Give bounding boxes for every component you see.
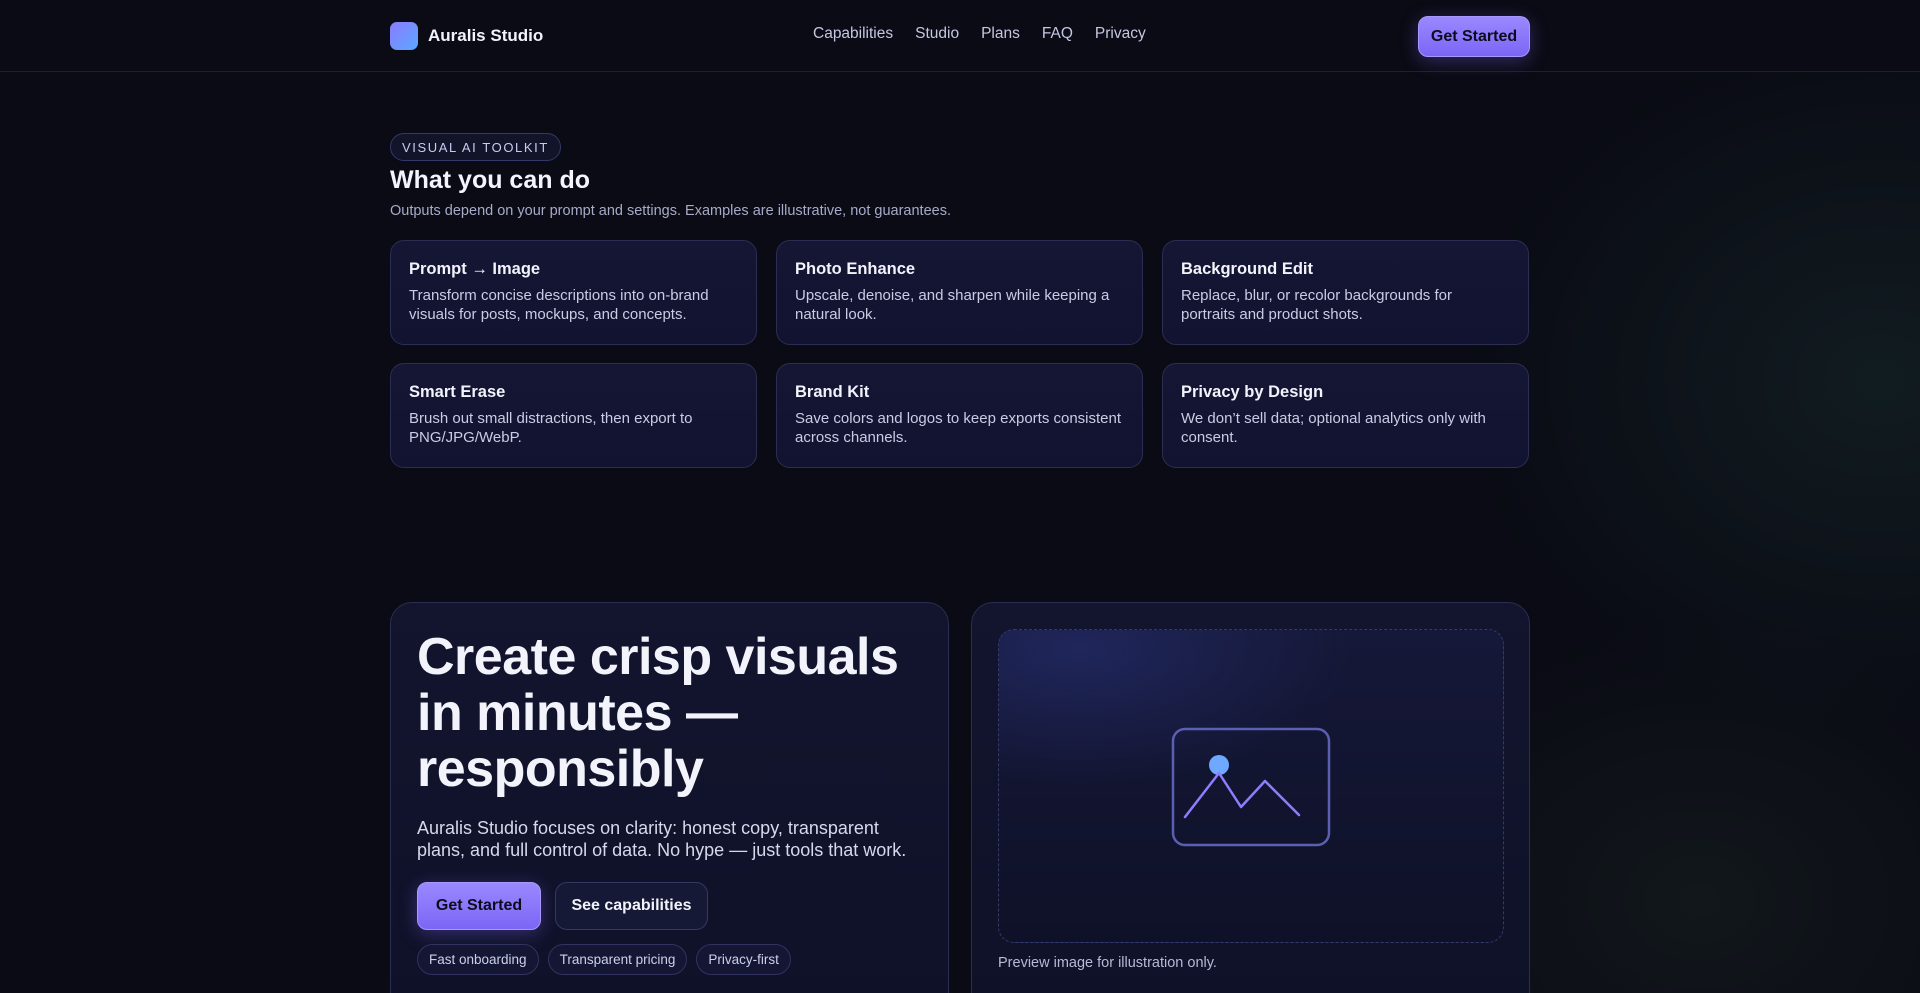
card-description: Upscale, denoise, and sharpen while keep… [795, 287, 1110, 323]
chip-fast-onboarding: Fast onboarding [417, 944, 539, 975]
card-description: Replace, blur, or recolor backgrounds fo… [1181, 287, 1452, 323]
card-smart-erase: Smart Erase Brush out small distractions… [390, 363, 757, 468]
card-description: Save colors and logos to keep exports co… [795, 410, 1122, 446]
logo-icon [390, 22, 418, 50]
section-badge: VISUAL AI TOOLKIT [390, 133, 561, 161]
preview-panel: Preview image for illustration only. [971, 602, 1530, 993]
card-title: Privacy by Design [1181, 383, 1324, 401]
header-get-started-button[interactable]: Get Started [1418, 16, 1530, 57]
hero-title: Create crisp visuals in minutes — respon… [417, 628, 899, 798]
card-title: Brand Kit [795, 383, 870, 401]
nav-plans[interactable]: Plans [981, 25, 1020, 43]
card-background-edit: Background Edit Replace, blur, or recolo… [1162, 240, 1529, 345]
main-nav: Capabilities Studio Plans FAQ Privacy [813, 25, 1146, 43]
card-privacy-by-design: Privacy by Design We don’t sell data; op… [1162, 363, 1529, 468]
feature-chips: Fast onboarding Transparent pricing Priv… [417, 944, 791, 975]
nav-capabilities[interactable]: Capabilities [813, 25, 893, 43]
card-brand-kit: Brand Kit Save colors and logos to keep … [776, 363, 1143, 468]
card-title: Smart Erase [409, 383, 506, 401]
preview-caption: Preview image for illustration only. [998, 955, 1217, 971]
site-header: Auralis Studio Capabilities Studio Plans… [0, 0, 1920, 72]
section-subtitle: Outputs depend on your prompt and settin… [390, 203, 951, 219]
preview-placeholder [998, 629, 1504, 943]
chip-transparent-pricing: Transparent pricing [547, 944, 688, 975]
nav-faq[interactable]: FAQ [1042, 25, 1073, 43]
card-title: Background Edit [1181, 260, 1314, 278]
hero-get-started-button[interactable]: Get Started [417, 882, 541, 930]
nav-privacy[interactable]: Privacy [1095, 25, 1146, 43]
card-description: Brush out small distractions, then expor… [409, 410, 693, 446]
see-capabilities-button[interactable]: See capabilities [555, 882, 708, 930]
hero-panel: Create crisp visuals in minutes — respon… [390, 602, 949, 993]
card-photo-enhance: Photo Enhance Upscale, denoise, and shar… [776, 240, 1143, 345]
capability-cards: Prompt → Image Transform concise descrip… [390, 240, 1530, 468]
card-prompt-to-image: Prompt → Image Transform concise descrip… [390, 240, 757, 345]
chip-privacy-first: Privacy-first [696, 944, 791, 975]
image-icon [1171, 727, 1331, 847]
card-title: Prompt → Image [409, 260, 541, 278]
hero-description: Auralis Studio focuses on clarity: hones… [417, 818, 907, 860]
card-title: Photo Enhance [795, 260, 916, 278]
brand-name: Auralis Studio [428, 26, 544, 45]
section-title: What you can do [390, 166, 590, 194]
card-description: Transform concise descriptions into on-b… [409, 287, 709, 323]
brand[interactable]: Auralis Studio [390, 22, 543, 50]
nav-studio[interactable]: Studio [915, 25, 959, 43]
card-description: We don’t sell data; optional analytics o… [1181, 410, 1486, 446]
